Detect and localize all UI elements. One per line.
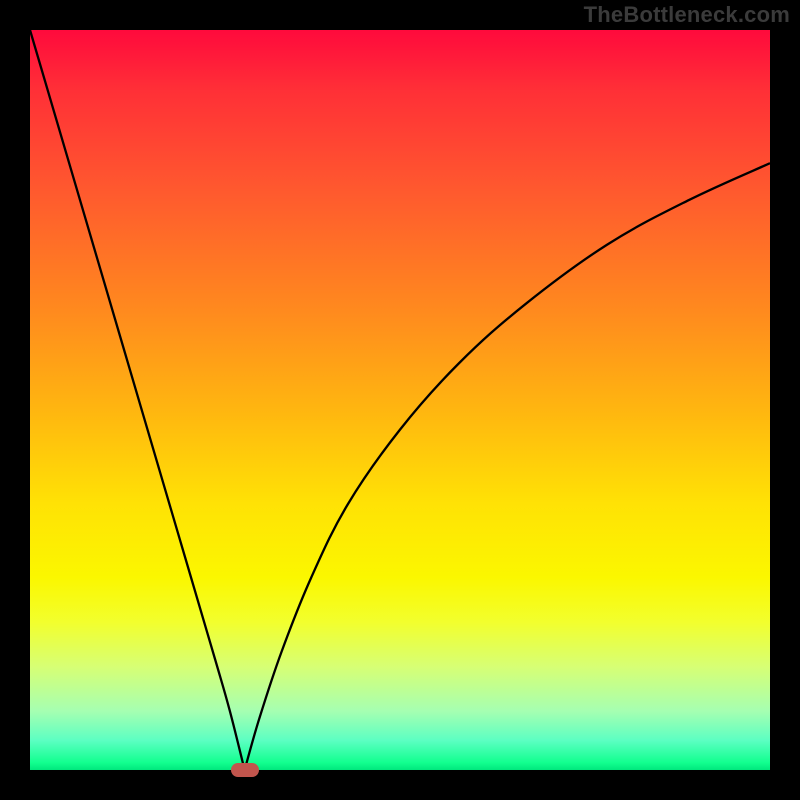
optimum-marker <box>231 763 259 777</box>
attribution-label: TheBottleneck.com <box>584 2 790 28</box>
chart-frame: TheBottleneck.com <box>0 0 800 800</box>
curve-svg <box>30 30 770 770</box>
plot-area <box>30 30 770 770</box>
right-branch-path <box>245 163 770 770</box>
left-branch-path <box>30 30 245 770</box>
